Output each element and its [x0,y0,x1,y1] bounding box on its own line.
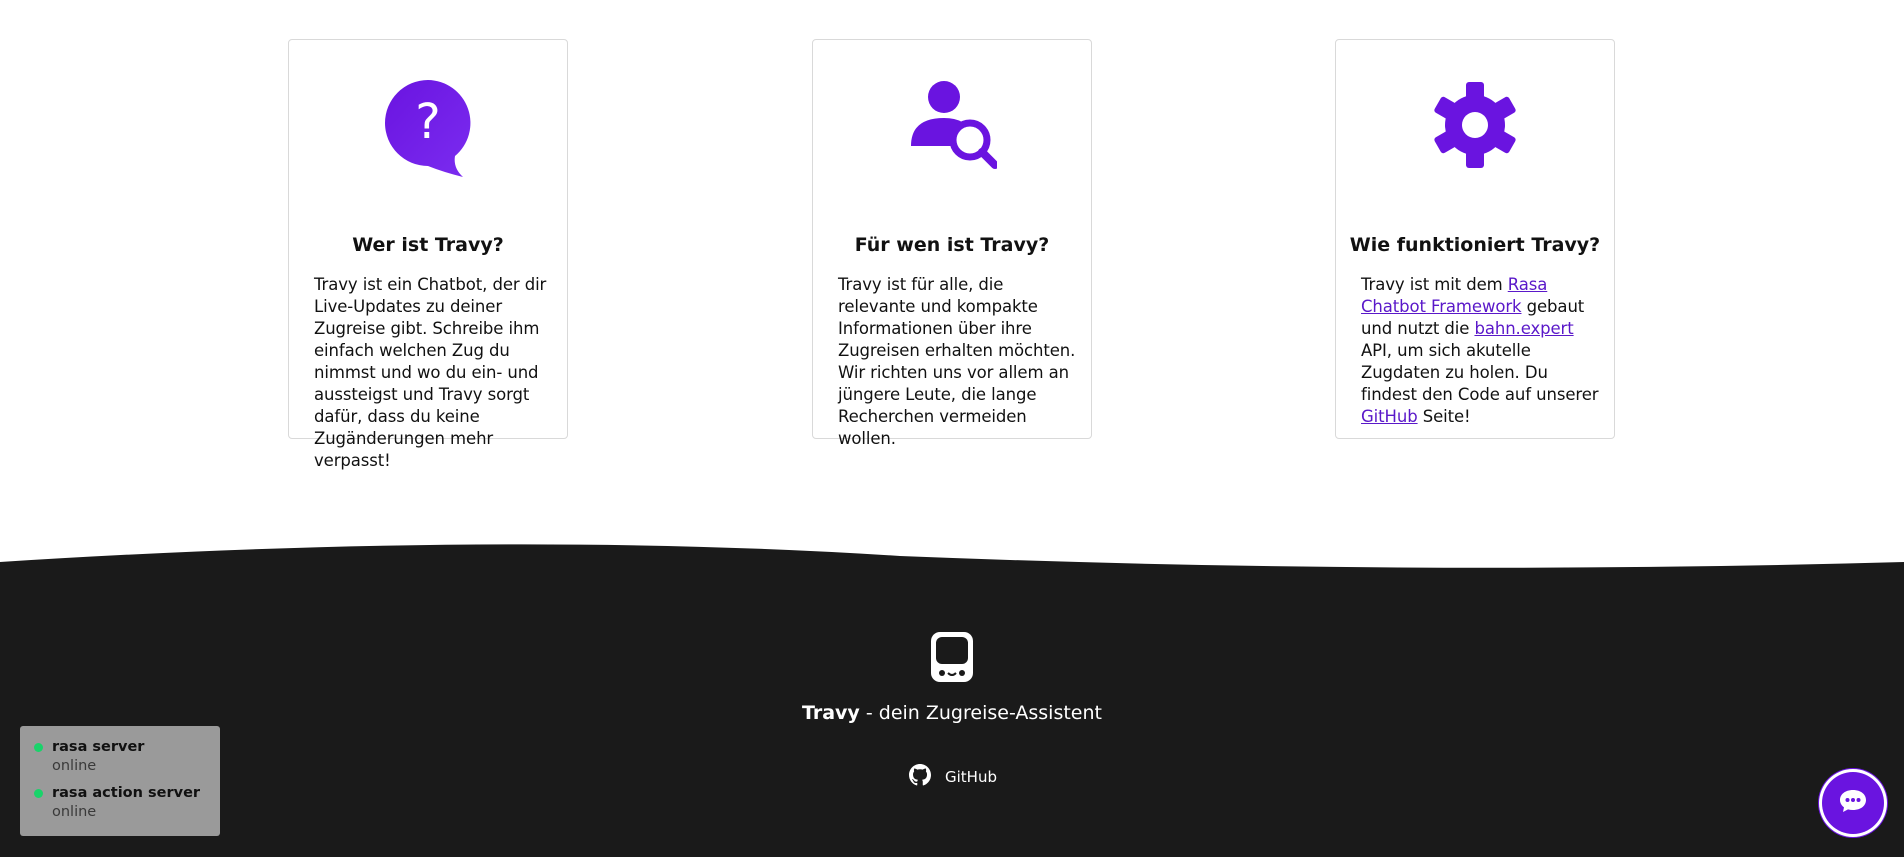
status-state: online [52,758,97,774]
user-search-icon [813,80,1091,180]
status-online-indicator [34,743,43,752]
bahn-expert-link[interactable]: bahn.expert [1474,319,1573,338]
github-icon [909,764,945,790]
footer-tagline: Travy - dein Zugreise-Assistent [0,702,1904,724]
card-title: Für wen ist Travy? [854,234,1050,256]
info-card-for-whom: Für wen ist Travy? Travy ist für alle, d… [812,39,1092,448]
card-text: Travy ist ein Chatbot, der dir Live-Upda… [314,275,547,470]
chat-bubble-icon [1839,789,1867,817]
status-name: rasa server [52,739,145,755]
svg-text:?: ? [415,94,440,150]
status-state: online [52,804,97,820]
status-item-rasa-action-server: rasa action server online [34,784,206,822]
brand-name: Travy [801,702,860,724]
card-title: Wer ist Travy? [352,234,504,256]
tagline-text: - dein Zugreise-Assistent [859,702,1102,724]
info-card-who: ? Wer ist Travy? Travy ist ein Chatbot, … [288,39,568,470]
github-footer-link[interactable]: GitHub [909,764,997,790]
status-name: rasa action server [52,785,201,801]
github-page-link[interactable]: GitHub [1361,407,1418,426]
gear-icon [1336,80,1614,170]
open-chat-button[interactable] [1822,772,1884,834]
status-item-rasa-server: rasa server online [34,738,206,776]
status-online-indicator [34,789,43,798]
server-status-panel: rasa server online rasa action server on… [20,726,220,836]
travy-logo [929,630,975,688]
card-text: Travy ist mit dem Rasa Chatbot Framework… [1361,275,1599,426]
question-bubble-icon: ? [289,80,567,180]
card-text: Travy ist für alle, die relevante und ko… [838,275,1076,448]
info-card-how: Wie funktioniert Travy? Travy ist mit de… [1335,39,1615,439]
github-label: GitHub [945,768,997,786]
card-title: Wie funktioniert Travy? [1349,234,1601,256]
